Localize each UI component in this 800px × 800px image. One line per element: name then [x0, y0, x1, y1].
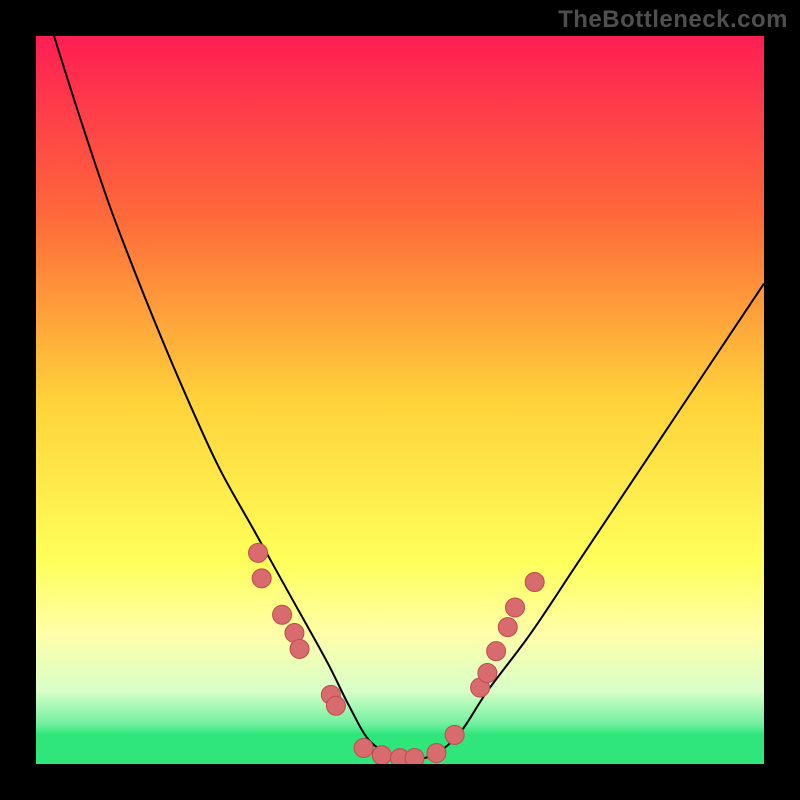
sample-dot — [372, 746, 391, 765]
sample-dot — [252, 569, 271, 588]
sample-dot — [354, 738, 373, 757]
sample-dot — [478, 664, 497, 683]
bottleneck-chart — [0, 0, 800, 800]
sample-dot — [445, 725, 464, 744]
sample-dot — [290, 639, 309, 658]
sample-dot — [273, 605, 292, 624]
sample-dot — [326, 696, 345, 715]
sample-dot — [506, 598, 525, 617]
sample-dot — [498, 618, 517, 637]
sample-dot — [427, 744, 446, 763]
sample-dot — [249, 543, 268, 562]
plot-background — [36, 36, 764, 764]
watermark-text: TheBottleneck.com — [558, 6, 788, 34]
sample-dot — [487, 642, 506, 661]
chart-stage: TheBottleneck.com — [0, 0, 800, 800]
sample-dot — [525, 573, 544, 592]
